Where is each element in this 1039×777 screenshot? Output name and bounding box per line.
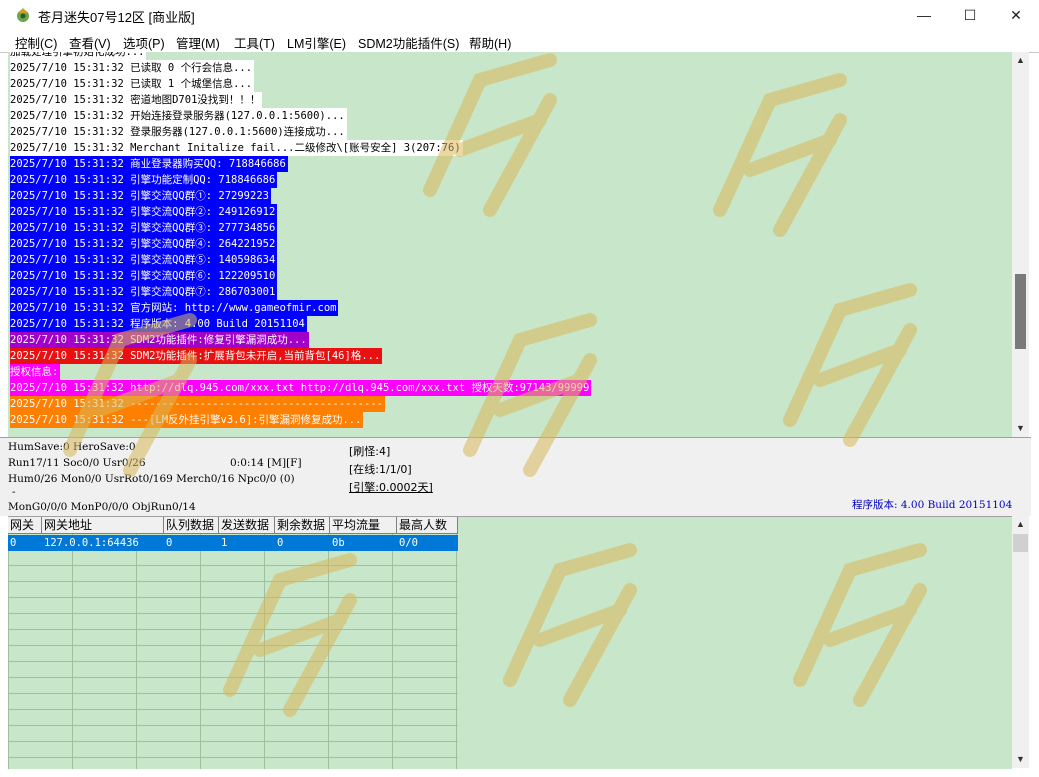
log-line: 2025/7/10 15:31:32 已读取 0 个行会信息... <box>10 60 255 76</box>
log-line: 2025/7/10 15:31:32 商业登录器购买QQ: 718846686 <box>10 156 288 172</box>
status-dash: - <box>12 486 16 498</box>
log-line: 2025/7/10 15:31:32 ---------------------… <box>10 396 385 412</box>
program-version: 程序版本: 4.00 Build 20151104 <box>852 499 1013 511</box>
log-line: 2025/7/10 15:31:32 引擎交流QQ群⑤: 140598634 <box>10 252 278 268</box>
cell-sent: 1 <box>221 537 228 549</box>
column-header-max-users[interactable]: 最高人数 <box>397 517 458 534</box>
log-line: 2025/7/10 15:31:32 引擎交流QQ群⑥: 122209510 <box>10 268 278 284</box>
log-line: 2025/7/10 15:31:32 引擎交流QQ群⑦: 286703001 <box>10 284 278 300</box>
status-mon: MonG0/0/0 MonP0/0/0 ObjRun0/14 <box>8 501 196 513</box>
title-bar[interactable]: 苍月迷失07号12区 [商业版] — ☐ ✕ <box>0 0 1039 30</box>
scroll-up-icon[interactable]: ▲ <box>1012 52 1029 69</box>
menu-bar: 控制(C) 查看(V) 选项(P) 管理(M) 工具(T) LM引擎(E) SD… <box>0 30 1039 53</box>
log-line: 2025/7/10 15:31:32 ---[LM反外挂引擎v3.6]:引擎漏洞… <box>10 412 364 428</box>
log-line: 2025/7/10 15:31:32 密道地图D701没找到！！！ <box>10 92 263 108</box>
scroll-thumb[interactable] <box>1015 274 1026 349</box>
menu-lm-engine[interactable]: LM引擎(E) <box>287 33 346 52</box>
log-line: 加载处理引擎初始化成功... <box>10 52 147 60</box>
log-line: 2025/7/10 15:31:32 已读取 1 个城堡信息... <box>10 76 255 92</box>
column-header-remaining[interactable]: 剩余数据 <box>275 517 330 534</box>
app-icon <box>17 8 29 22</box>
menu-help[interactable]: 帮助(H) <box>469 33 511 52</box>
log-line: 2025/7/10 15:31:32 引擎交流QQ群②: 249126912 <box>10 204 278 220</box>
cell-address: 127.0.0.1:64436 <box>44 537 139 549</box>
grid-scrollbar[interactable]: ▲ ▼ <box>1012 516 1029 768</box>
status-hum: Hum0/26 Mon0/0 UsrRot0/169 Merch0/16 Npc… <box>8 473 295 485</box>
log-line: 2025/7/10 15:31:32 SDM2功能插件:修复引擎漏洞成功... <box>10 332 309 348</box>
engine-days-label: [引擎:0.0002天] <box>349 481 433 494</box>
log-line: 2025/7/10 15:31:32 SDM2功能插件:扩展背包未开启,当前背包… <box>10 348 383 364</box>
log-line: 2025/7/10 15:31:32 开始连接登录服务器(127.0.0.1:5… <box>10 108 347 124</box>
status-time: 0:0:14 [M][F] <box>230 457 302 469</box>
menu-tools[interactable]: 工具(T) <box>234 33 275 52</box>
cell-queue: 0 <box>166 537 173 549</box>
log-panel[interactable]: 加载处理引擎初始化成功... 2025/7/10 15:31:32 已读取 0 个… <box>8 52 1012 437</box>
column-header-avg-traffic[interactable]: 平均流量 <box>330 517 397 534</box>
log-line: 2025/7/10 15:31:32 引擎交流QQ群④: 264221952 <box>10 236 278 252</box>
cell-avg-traffic: 0b <box>332 537 345 549</box>
close-button[interactable]: ✕ <box>993 0 1039 30</box>
cell-gateway: 0 <box>10 537 17 549</box>
cell-remaining: 0 <box>277 537 284 549</box>
scroll-down-icon[interactable]: ▼ <box>1012 751 1029 768</box>
gateway-grid[interactable]: 网关 网关地址 队列数据 发送数据 剩余数据 平均流量 最高人数 0 127.0… <box>8 516 1012 769</box>
menu-control[interactable]: 控制(C) <box>15 33 57 52</box>
grid-lines <box>8 517 458 769</box>
log-line: 2025/7/10 15:31:32 官方网站: http://www.game… <box>10 300 339 316</box>
log-line: 2025/7/10 15:31:32 程序版本: 4.00 Build 2015… <box>10 316 307 332</box>
scroll-up-icon[interactable]: ▲ <box>1012 516 1029 533</box>
column-header-queue[interactable]: 队列数据 <box>164 517 219 534</box>
menu-view[interactable]: 查看(V) <box>69 33 111 52</box>
log-scrollbar[interactable]: ▲ ▼ <box>1012 52 1029 437</box>
scroll-down-icon[interactable]: ▼ <box>1012 420 1029 437</box>
window-title: 苍月迷失07号12区 [商业版] <box>38 10 195 25</box>
refresh-monster-label: [刷怪:4] <box>349 445 391 458</box>
menu-options[interactable]: 选项(P) <box>123 33 165 52</box>
minimize-button[interactable]: — <box>901 0 947 30</box>
log-line: 2025/7/10 15:31:32 http://dlq.945.com/xx… <box>10 380 592 396</box>
log-line: 授权信息: <box>10 364 61 380</box>
online-count-label: [在线:1/1/0] <box>349 463 412 476</box>
log-line: 2025/7/10 15:31:32 Merchant Initalize fa… <box>10 140 463 156</box>
status-panel: HumSave:0 HeroSave:0 Run17/11 Soc0/0 Usr… <box>0 437 1031 516</box>
log-line: 2025/7/10 15:31:32 引擎交流QQ群①: 27299223 <box>10 188 271 204</box>
column-header-gateway[interactable]: 网关 <box>8 517 42 534</box>
menu-sdm2-plugin[interactable]: SDM2功能插件(S) <box>358 33 459 52</box>
log-line: 2025/7/10 15:31:32 登录服务器(127.0.0.1:5600)… <box>10 124 347 140</box>
menu-manage[interactable]: 管理(M) <box>176 33 220 52</box>
log-line: 2025/7/10 15:31:32 引擎交流QQ群③: 277734856 <box>10 220 278 236</box>
log-line: 2025/7/10 15:31:32 引擎功能定制QQ: 718846686 <box>10 172 278 188</box>
status-save: HumSave:0 HeroSave:0 <box>8 441 136 453</box>
scroll-thumb[interactable] <box>1013 534 1028 552</box>
column-header-address[interactable]: 网关地址 <box>42 517 164 534</box>
column-header-sent[interactable]: 发送数据 <box>219 517 275 534</box>
status-run: Run17/11 Soc0/0 Usr0/26 <box>8 457 146 469</box>
cell-max-users: 0/0 <box>399 537 418 549</box>
maximize-button[interactable]: ☐ <box>947 0 993 30</box>
